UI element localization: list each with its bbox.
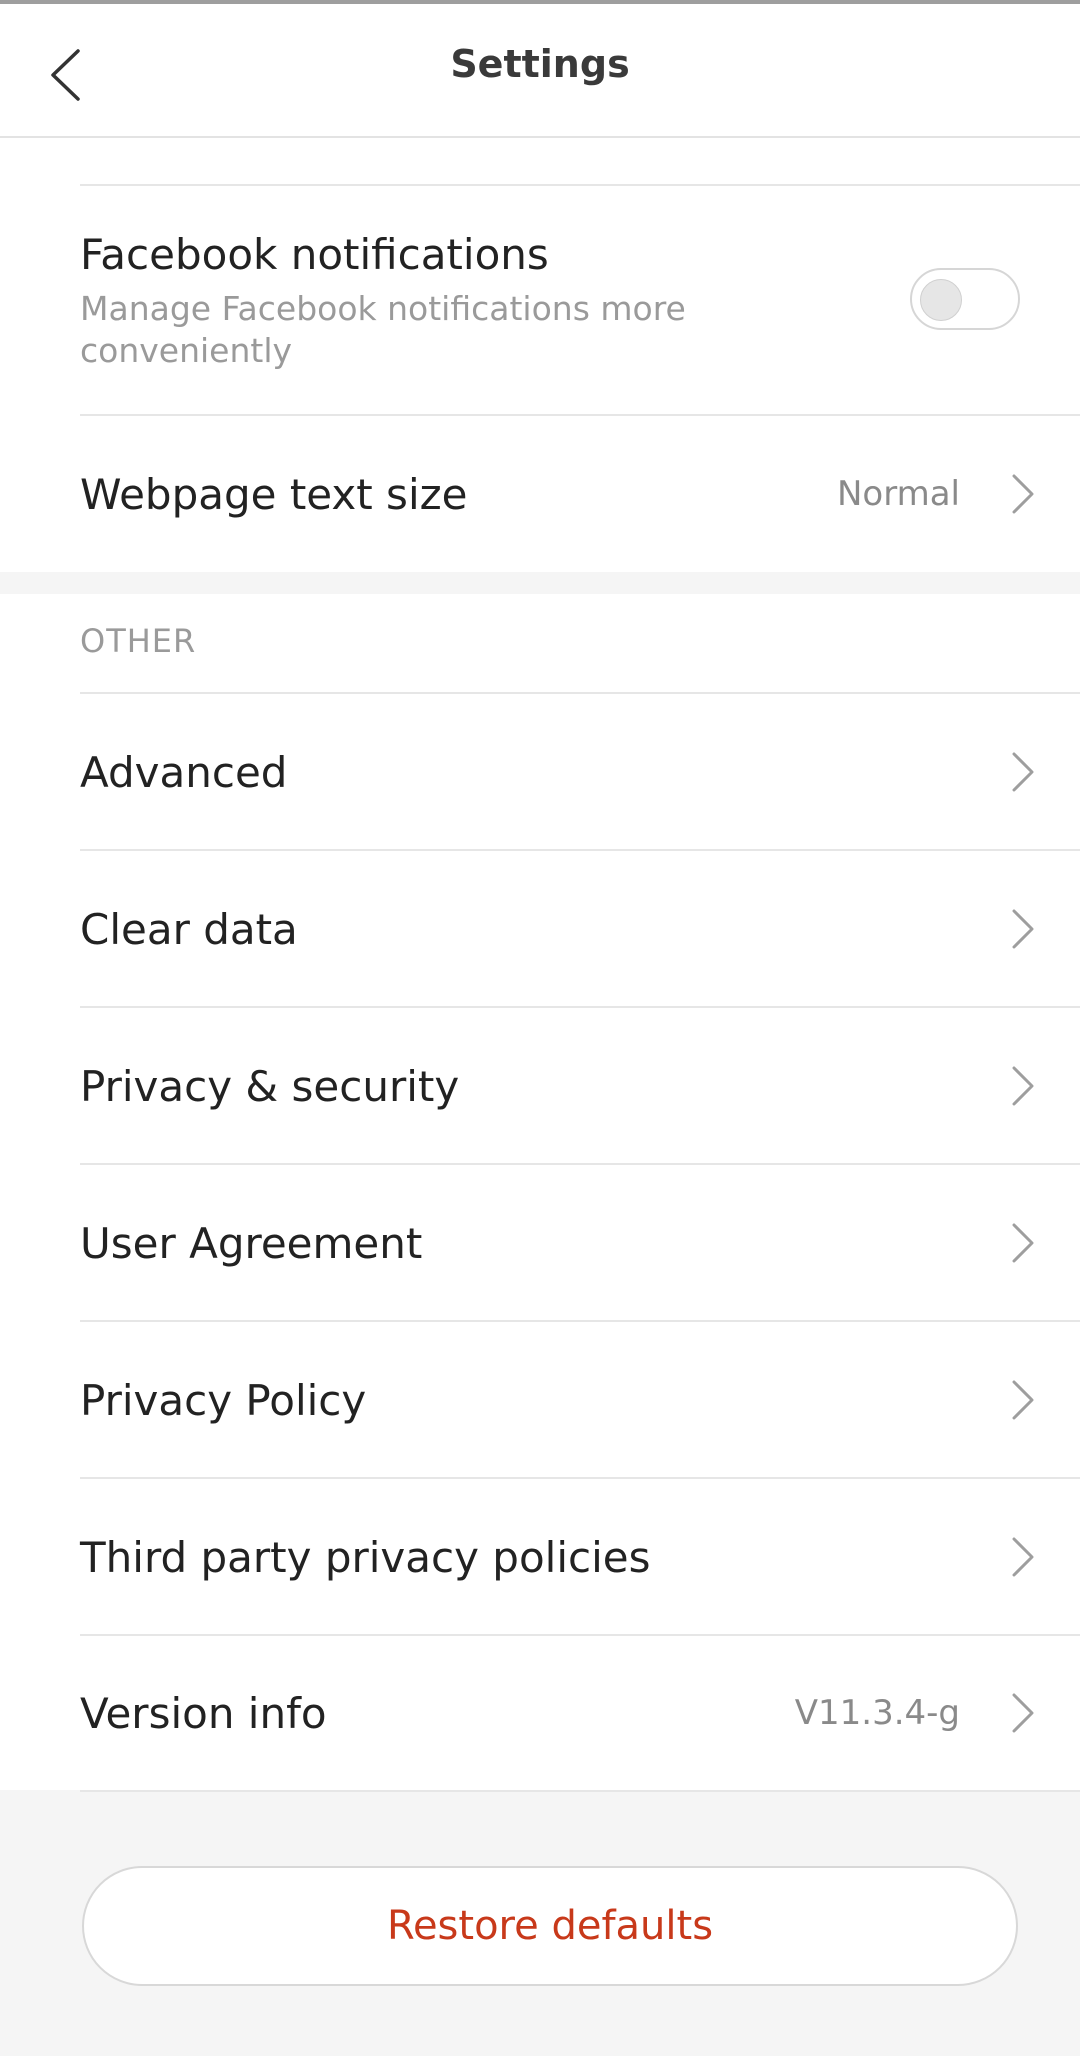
third-party-privacy-row[interactable]: Third party privacy policies	[0, 1479, 1080, 1635]
webpage-text-size-row[interactable]: Webpage text size Normal	[0, 416, 1080, 572]
restore-defaults-label: Restore defaults	[386, 1903, 714, 1949]
webpage-text-size-value: Normal	[836, 474, 960, 514]
webpage-text-size-label: Webpage text size	[80, 469, 468, 519]
toggle-knob	[920, 279, 962, 321]
version-info-value: V11.3.4-g	[794, 1693, 960, 1733]
general-settings-group: Facebook notifications Manage Facebook n…	[0, 138, 1080, 572]
page-title: Settings	[450, 42, 630, 86]
advanced-row[interactable]: Advanced	[0, 694, 1080, 850]
chevron-right-icon	[1012, 474, 1034, 514]
facebook-notifications-subtitle: Manage Facebook notifications more conve…	[80, 289, 686, 370]
user-agreement-label: User Agreement	[80, 1218, 423, 1268]
user-agreement-row[interactable]: User Agreement	[0, 1165, 1080, 1321]
facebook-notifications-row[interactable]: Facebook notifications Manage Facebook n…	[0, 186, 1080, 416]
chevron-right-icon	[1012, 909, 1034, 949]
clear-data-row[interactable]: Clear data	[0, 851, 1080, 1007]
privacy-policy-row[interactable]: Privacy Policy	[0, 1322, 1080, 1478]
section-header-other: OTHER	[80, 622, 197, 660]
other-settings-group: Advanced Clear data Privacy & security U…	[0, 594, 1080, 1790]
chevron-right-icon	[1012, 1066, 1034, 1106]
chevron-right-icon	[1012, 1693, 1034, 1733]
privacy-security-label: Privacy & security	[80, 1061, 460, 1111]
facebook-notifications-label: Facebook notifications	[80, 230, 549, 279]
chevron-right-icon	[1012, 1537, 1034, 1577]
app-header: Settings	[0, 4, 1080, 138]
restore-defaults-button[interactable]: Restore defaults	[82, 1866, 1018, 1986]
privacy-policy-label: Privacy Policy	[80, 1375, 367, 1425]
privacy-security-row[interactable]: Privacy & security	[0, 1008, 1080, 1164]
version-info-label: Version info	[80, 1688, 327, 1738]
chevron-right-icon	[1012, 752, 1034, 792]
version-info-row[interactable]: Version info V11.3.4-g	[0, 1636, 1080, 1790]
chevron-right-icon	[1012, 1380, 1034, 1420]
clear-data-label: Clear data	[80, 904, 298, 954]
advanced-label: Advanced	[80, 747, 288, 797]
facebook-notifications-toggle[interactable]	[910, 268, 1020, 330]
chevron-right-icon	[1012, 1223, 1034, 1263]
third-party-privacy-label: Third party privacy policies	[80, 1532, 651, 1582]
divider	[80, 1790, 1080, 1792]
